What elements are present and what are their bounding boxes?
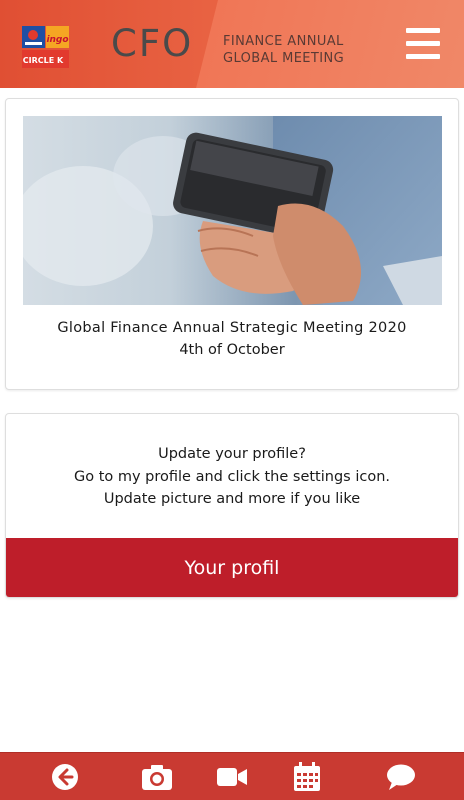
tagline-line2: GLOBAL MEETING bbox=[223, 51, 345, 66]
chat-bubble-icon[interactable] bbox=[384, 761, 418, 793]
profile-heading: Update your profile? bbox=[158, 446, 306, 462]
camera-icon[interactable] bbox=[140, 761, 174, 793]
event-hero-image bbox=[23, 116, 442, 305]
svg-text:CIRCLE K: CIRCLE K bbox=[23, 56, 64, 65]
event-date: 4th of October bbox=[179, 342, 285, 358]
your-profile-button[interactable]: Your profil bbox=[6, 538, 458, 597]
profile-card: Update your profile? Go to my profile an… bbox=[5, 413, 459, 598]
header-tagline: FINANCE ANNUAL GLOBAL MEETING bbox=[223, 33, 344, 67]
bottom-navigation bbox=[0, 752, 464, 800]
event-card[interactable]: Global Finance Annual Strategic Meeting … bbox=[5, 98, 459, 390]
event-title: Global Finance Annual Strategic Meeting … bbox=[57, 320, 407, 336]
app-header: ingo CIRCLE K CFO FINANCE ANNUAL GLOBAL … bbox=[0, 0, 464, 88]
profile-instruction-1: Go to my profile and click the settings … bbox=[73, 469, 390, 485]
svg-text:ingo: ingo bbox=[46, 35, 68, 45]
calendar-icon[interactable] bbox=[290, 761, 324, 793]
back-arrow-icon[interactable] bbox=[48, 761, 82, 793]
hamburger-menu-icon[interactable] bbox=[406, 28, 440, 60]
profile-instruction-2: Update picture and more if you like bbox=[103, 491, 361, 507]
tagline-line1: FINANCE ANNUAL bbox=[223, 34, 344, 49]
video-camera-icon[interactable] bbox=[215, 761, 249, 793]
app-name: CFO bbox=[111, 22, 194, 65]
brand-logo: ingo CIRCLE K bbox=[22, 26, 69, 68]
